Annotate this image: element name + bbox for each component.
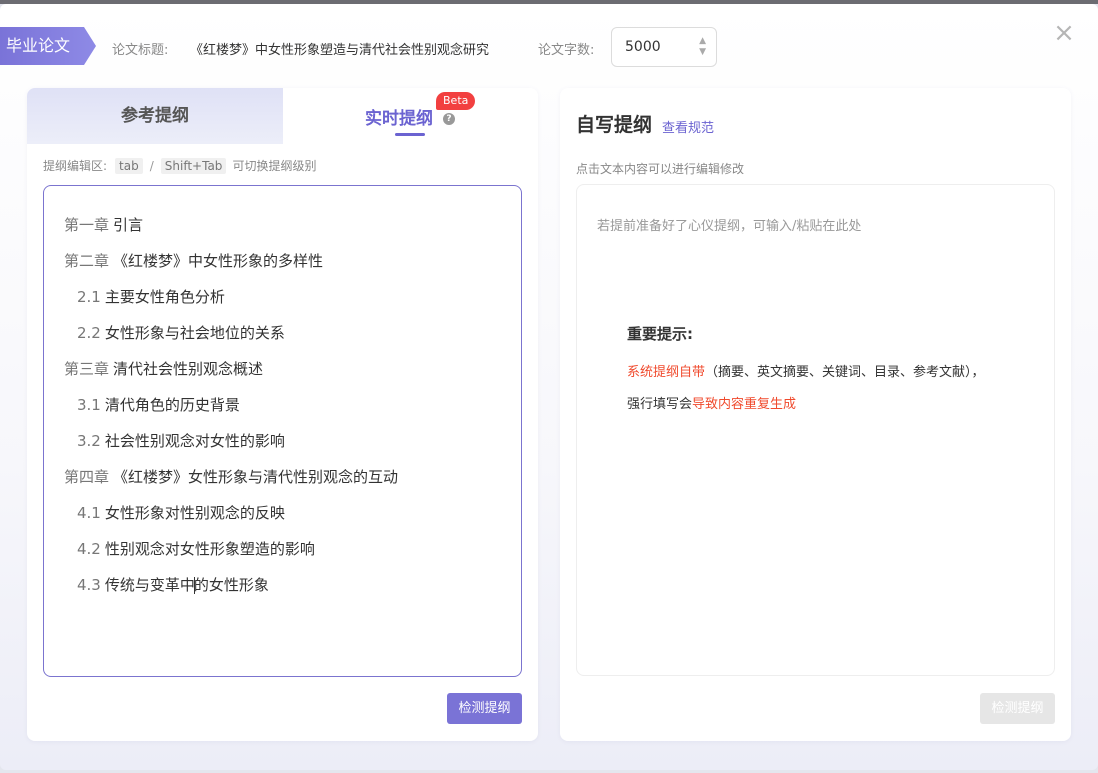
stepper-arrows-icon[interactable]: ▲ ▼ [699, 36, 706, 58]
check-custom-outline-button[interactable]: 检测提纲 [980, 693, 1055, 724]
view-guidelines-link[interactable]: 查看规范 [662, 117, 714, 136]
close-icon[interactable]: × [1052, 20, 1076, 46]
hint-prefix: 提纲编辑区: [43, 159, 108, 173]
editor-hint: 提纲编辑区: tab / Shift+Tab 可切换提纲级别 [43, 157, 316, 174]
outline-section[interactable]: 3.1 清代角色的历史背景 [77, 394, 240, 415]
word-count-value: 5000 [625, 39, 661, 55]
shift-tab-key-badge: Shift+Tab [160, 157, 227, 174]
notice-line-2: 强行填写会导致内容重复生成 [627, 397, 797, 412]
title-label: 论文标题: [112, 43, 169, 58]
outline-chapter[interactable]: 第三章 清代社会性别观念概述 [64, 358, 263, 379]
thesis-type-tag: 毕业论文 [0, 27, 96, 65]
word-count-label: 论文字数: [538, 43, 595, 58]
outline-chapter[interactable]: 第二章 《红楼梦》中女性形象的多样性 [64, 250, 323, 271]
custom-outline-editor[interactable]: 若提前准备好了心仪提纲，可输入/粘贴在此处 重要提示: 系统提纲自带（摘要、英文… [576, 184, 1055, 676]
hint-separator: / [149, 158, 154, 173]
beta-badge: Beta [436, 92, 476, 110]
custom-outline-title: 自写提纲 [576, 114, 653, 136]
outline-tabs: 参考提纲 实时提纲 ? Beta [27, 88, 538, 144]
editor-placeholder: 若提前准备好了心仪提纲，可输入/粘贴在此处 [597, 219, 862, 234]
tab-live-outline[interactable]: 实时提纲 ? Beta [283, 88, 538, 144]
outline-chapter[interactable]: 第一章 引言 [64, 214, 143, 235]
outline-section[interactable]: 2.1 主要女性角色分析 [77, 286, 225, 307]
outline-section[interactable]: 4.3 传统与变革中的女性形象 [77, 574, 269, 595]
title-value: 《红楼梦》中女性形象塑造与清代社会性别观念研究 [190, 43, 490, 58]
notice-line-1: 系统提纲自带（摘要、英文摘要、关键词、目录、参考文献）， [627, 365, 985, 380]
edit-hint: 点击文本内容可以进行编辑修改 [576, 162, 745, 176]
check-outline-button[interactable]: 检测提纲 [447, 693, 522, 724]
right-panel: 自写提纲 查看规范 点击文本内容可以进行编辑修改 若提前准备好了心仪提纲，可输入… [560, 88, 1071, 741]
word-count-input[interactable]: 5000 ▲ ▼ [611, 27, 717, 67]
tab-reference-outline[interactable]: 参考提纲 [27, 88, 283, 144]
notice-title: 重要提示: [627, 325, 693, 343]
left-panel: 参考提纲 实时提纲 ? Beta 提纲编辑区: tab / Shift+Tab … [27, 88, 538, 741]
outline-section[interactable]: 4.1 女性形象对性别观念的反映 [77, 502, 285, 523]
active-tab-indicator [395, 133, 425, 136]
outline-section[interactable]: 3.2 社会性别观念对女性的影响 [77, 430, 285, 451]
outline-editor[interactable]: 第一章 引言 第二章 《红楼梦》中女性形象的多样性 2.1 主要女性角色分析 2.2 女… [43, 185, 522, 677]
help-icon[interactable]: ? [443, 113, 455, 125]
outline-section[interactable]: 4.2 性别观念对女性形象塑造的影响 [77, 538, 315, 559]
outline-chapter[interactable]: 第四章 《红楼梦》女性形象与清代性别观念的互动 [64, 466, 398, 487]
tab-key-badge: tab [115, 157, 143, 174]
tab-live-label: 实时提纲 [365, 109, 433, 129]
outline-section[interactable]: 2.2 女性形象与社会地位的关系 [77, 322, 285, 343]
thesis-outline-dialog: × 毕业论文 论文标题: 《红楼梦》中女性形象塑造与清代社会性别观念研究 论文字… [0, 4, 1098, 770]
hint-suffix: 可切换提纲级别 [232, 159, 317, 173]
